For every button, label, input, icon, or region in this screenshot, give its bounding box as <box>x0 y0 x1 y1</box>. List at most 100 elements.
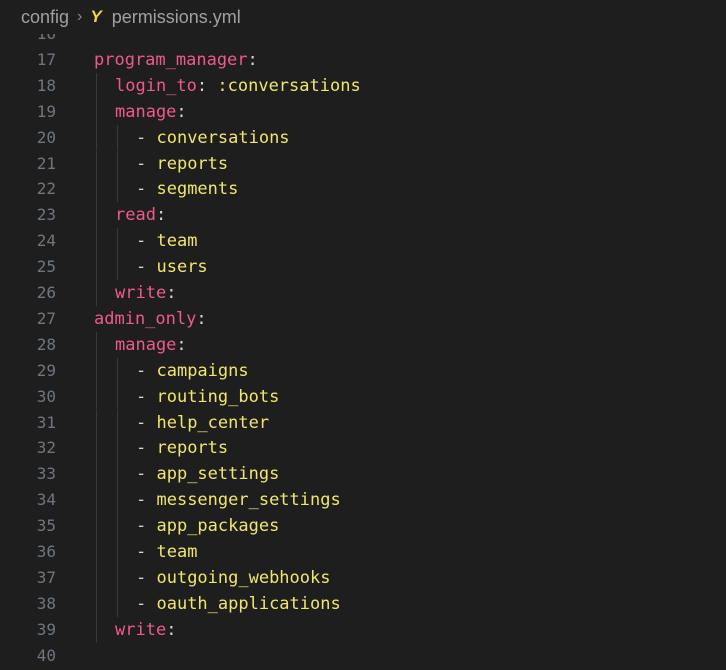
line-content: - team <box>136 228 197 254</box>
code-line[interactable]: 17 program_manager: <box>0 47 726 73</box>
yaml-key: read <box>115 205 156 226</box>
breadcrumb-folder[interactable]: config <box>21 7 69 28</box>
line-number: 16 <box>0 34 56 47</box>
line-content: - routing_bots <box>136 384 279 410</box>
line-content: manage: <box>115 332 187 358</box>
list-dash: - <box>136 360 157 381</box>
line-content: - conversations <box>136 125 290 151</box>
list-dash: - <box>136 257 157 278</box>
line-number: 26 <box>36 283 56 302</box>
line-number: 29 <box>36 360 56 380</box>
yaml-value: :conversations <box>217 75 361 96</box>
yaml-key: write <box>115 619 167 640</box>
yaml-list-value: help_center <box>156 412 270 433</box>
yaml-list-value: outgoing_webhooks <box>156 567 331 588</box>
line-content: write: <box>115 617 176 643</box>
line-content: program_manager: <box>94 47 258 73</box>
line-content: - segments <box>136 176 238 202</box>
line-content: - help_center <box>136 410 269 436</box>
list-dash: - <box>136 231 157 252</box>
code-line[interactable]: 34 - messenger_settings <box>0 487 726 513</box>
line-number: 33 <box>36 464 56 484</box>
line-number: 24 <box>36 231 56 251</box>
line-number: 40 <box>36 645 56 665</box>
yaml-list-value: app_settings <box>156 464 280 485</box>
yaml-list-value: reports <box>156 153 229 174</box>
line-number: 23 <box>36 205 56 225</box>
code-editor[interactable]: 16 17 program_manager: 18 login_to: :convers… <box>0 34 726 670</box>
line-content: write: <box>115 280 176 306</box>
code-line[interactable]: 32 - reports <box>0 435 726 461</box>
yaml-colon: : <box>176 101 187 122</box>
line-number: 31 <box>36 412 56 432</box>
breadcrumb-file[interactable]: permissions.yml <box>112 7 241 28</box>
line-content: - oauth_applications <box>136 591 341 617</box>
code-line[interactable]: 18 login_to: :conversations <box>0 73 726 99</box>
list-dash: - <box>136 127 157 148</box>
yaml-key: write <box>115 283 167 303</box>
line-number: 39 <box>36 619 56 639</box>
code-line[interactable]: 26 write: <box>0 280 726 306</box>
list-dash: - <box>136 464 157 485</box>
line-number: 32 <box>36 438 56 458</box>
list-dash: - <box>136 490 157 511</box>
code-line[interactable]: 33 - app_settings <box>0 461 726 487</box>
code-line[interactable]: 29 - campaigns <box>0 358 726 384</box>
code-line[interactable]: 37 - outgoing_webhooks <box>0 565 726 591</box>
list-dash: - <box>136 593 157 614</box>
list-dash: - <box>136 438 157 459</box>
line-number: 17 <box>36 49 56 69</box>
code-line[interactable]: 31 - help_center <box>0 410 726 436</box>
line-number: 35 <box>36 516 56 536</box>
code-line[interactable]: 35 - app_packages <box>0 513 726 539</box>
yaml-colon: : <box>196 308 207 329</box>
yaml-list-value: reports <box>156 438 229 459</box>
code-line[interactable]: 40 <box>0 643 726 669</box>
code-line[interactable]: 30 - routing_bots <box>0 384 726 410</box>
breadcrumb: config › Y permissions.yml <box>0 0 726 34</box>
yaml-key: manage <box>115 101 177 122</box>
line-content: manage: <box>115 99 187 125</box>
list-dash: - <box>136 412 157 433</box>
yaml-colon: : <box>155 205 167 226</box>
yaml-list-value: oauth_applications <box>156 593 341 614</box>
code-line[interactable]: 28 manage: <box>0 332 726 358</box>
line-content: login_to: :conversations <box>115 73 361 99</box>
line-content: - messenger_settings <box>136 487 341 513</box>
line-content: - reports <box>136 151 228 177</box>
line-number: 28 <box>36 334 56 354</box>
chevron-right-icon: › <box>77 8 83 25</box>
yaml-file-icon: Y <box>90 7 102 26</box>
line-number: 30 <box>36 386 56 406</box>
line-content: read: <box>115 202 166 228</box>
line-content: - reports <box>136 435 228 461</box>
code-line[interactable]: 38 - oauth_applications <box>0 591 726 617</box>
code-line[interactable]: 19 manage: <box>0 99 726 125</box>
line-content: - team <box>136 539 197 565</box>
yaml-colon: : <box>176 334 187 355</box>
line-number: 20 <box>36 127 56 147</box>
code-line[interactable]: 24 - team <box>0 228 726 254</box>
list-dash: - <box>136 153 157 174</box>
line-number: 19 <box>36 101 56 121</box>
list-dash: - <box>136 542 157 562</box>
code-line[interactable]: 21 - reports <box>0 151 726 177</box>
code-line[interactable]: 23 read: <box>0 202 726 228</box>
code-line[interactable]: 39 write: <box>0 617 726 643</box>
code-line[interactable]: 25 - users <box>0 254 726 280</box>
line-content: - users <box>136 254 208 280</box>
code-line[interactable]: 16 <box>0 34 726 47</box>
code-line[interactable]: 20 - conversations <box>0 125 726 151</box>
yaml-colon: : <box>247 49 258 70</box>
list-dash: - <box>136 567 157 588</box>
code-line[interactable]: 22 - segments <box>0 176 726 202</box>
yaml-colon: : <box>166 283 177 303</box>
code-line[interactable]: 27 admin_only: <box>0 306 726 332</box>
line-number: 21 <box>36 153 56 173</box>
list-dash: - <box>136 179 157 200</box>
yaml-list-value: team <box>156 231 198 252</box>
line-number: 22 <box>36 179 56 199</box>
line-content: - app_settings <box>136 461 279 487</box>
code-line[interactable]: 36 - team <box>0 539 726 565</box>
line-number: 18 <box>36 75 56 95</box>
